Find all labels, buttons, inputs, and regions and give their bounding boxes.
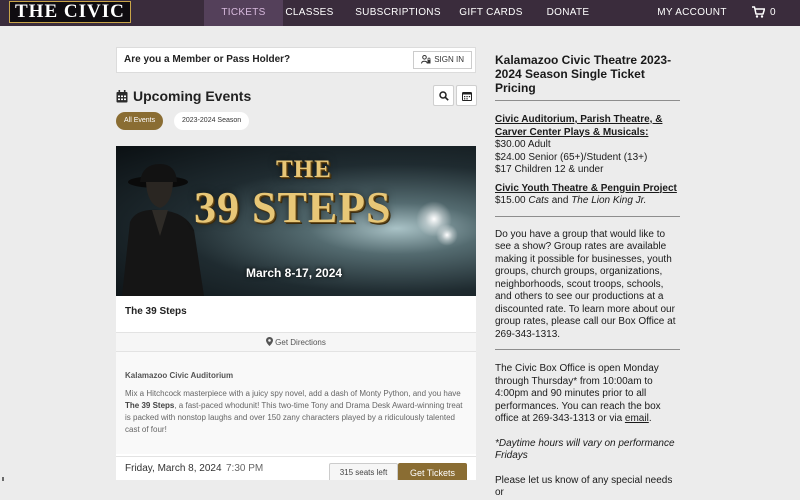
youth-show-lion-king: The Lion King Jr. [571,195,647,206]
group-rates-text: Do you have a group that would like to s… [495,228,676,340]
get-tickets-button[interactable]: Get Tickets [398,463,467,480]
price-adult: $30.00 Adult [495,139,551,150]
events-title-row: Upcoming Events [116,86,251,106]
youth-pricing-block: Civic Youth Theatre & Penguin Project $1… [495,177,680,216]
events-heading: Upcoming Events [133,88,252,104]
performance-date: Friday, March 8, 2024 [125,463,222,474]
nav-donate[interactable]: DONATE [544,0,592,26]
daytime-hours-note: *Daytime hours will vary on performance … [495,437,675,462]
price-children: $17 Children 12 & under [495,164,604,175]
filter-2023-2024-season[interactable]: 2023-2024 Season [174,112,250,130]
seats-left-badge: 315 seats left [329,463,398,480]
event-title[interactable]: The 39 Steps [125,306,187,317]
box-office-block: The Civic Box Office is open Monday thro… [495,350,680,426]
event-poster[interactable]: THE 39 STEPS March 8-17, 2024 [116,146,476,296]
nav-tickets[interactable]: TICKETS [204,0,283,26]
cart-count: 0 [770,7,776,18]
youth-price-line: $15.00 Cats and The Lion King Jr. [495,195,680,208]
special-needs-text: Please let us know of any special needs … [495,474,673,499]
special-needs-block: Please let us know of any special needs … [495,463,680,500]
cart-button[interactable]: 0 [752,0,776,26]
top-nav-bar: THE CIVIC TICKETS CLASSES SUBSCRIPTIONS … [0,0,800,26]
performance-row: Friday, March 8, 2024 7:30 PM 315 seats … [116,456,476,480]
sign-in-button[interactable]: SIGN IN [413,51,472,69]
nav-classes[interactable]: CLASSES [283,0,336,26]
pricing-title: Kalamazoo Civic Theatre 2023-2024 Season… [495,53,672,95]
filter-all-events[interactable]: All Events [116,112,164,130]
calendar-icon [116,90,128,103]
map-marker-icon [266,337,274,346]
civic-pricing-heading: Civic Auditorium, Parish Theatre, & Carv… [495,114,663,138]
daytime-note-block: *Daytime hours will vary on performance … [495,426,680,463]
poster-dates: March 8-17, 2024 [246,266,343,280]
event-venue: Kalamazoo Civic Auditorium [125,371,234,380]
cart-icon [752,6,766,18]
nav-subscriptions[interactable]: SUBSCRIPTIONS [355,0,441,26]
event-description: Mix a Hitchcock masterpiece with a juicy… [125,388,467,436]
pricing-sidebar: Kalamazoo Civic Theatre 2023-2024 Season… [495,53,680,500]
civic-logo[interactable]: THE CIVIC [9,1,131,23]
user-lock-icon [421,55,431,64]
event-description-box: Kalamazoo Civic Auditorium Mix a Hitchco… [116,352,476,454]
poster-title-line1: THE [276,156,332,183]
calendar-icon [461,91,472,101]
edge-mark [2,477,4,481]
event-card: THE 39 STEPS March 8-17, 2024 The 39 Ste… [116,146,476,480]
poster-title-line2: 39 STEPS [194,183,392,232]
sign-in-label: SIGN IN [434,55,464,64]
event-description-part2: , a fast-paced whodunit! This two-time T… [125,401,463,434]
search-events-button[interactable] [433,85,454,106]
group-rates-block: Do you have a group that would like to s… [495,217,680,350]
performance-time: 7:30 PM [226,463,264,474]
member-prompt-bar: Are you a Member or Pass Holder? SIGN IN [116,47,476,73]
event-description-title: The 39 Steps [125,401,175,410]
get-directions-link[interactable]: Get Directions [116,332,476,352]
nav-gift-cards[interactable]: GIFT CARDS [459,0,523,26]
youth-pricing-heading: Civic Youth Theatre & Penguin Project [495,182,677,194]
get-directions-label: Get Directions [275,338,326,347]
events-header: Upcoming Events [116,86,251,106]
poster-silhouette-figure [122,164,204,296]
youth-show-cats: Cats [528,195,549,206]
member-prompt-text: Are you a Member or Pass Holder? [124,54,291,65]
event-description-part1: Mix a Hitchcock masterpiece with a juicy… [125,389,461,398]
poster-headlight-right [436,224,458,246]
youth-and: and [551,195,569,206]
calendar-view-button[interactable] [456,85,477,106]
box-office-text: The Civic Box Office is open Monday thro… [495,363,661,424]
price-senior-student: $24.00 Senior (65+)/Student (13+) [495,151,648,163]
email-link[interactable]: email [625,413,649,424]
search-icon [438,90,449,101]
nav-my-account[interactable]: MY ACCOUNT [655,0,729,26]
youth-price: $15.00 [495,195,526,206]
civic-pricing-block: Civic Auditorium, Parish Theatre, & Carv… [495,101,680,177]
